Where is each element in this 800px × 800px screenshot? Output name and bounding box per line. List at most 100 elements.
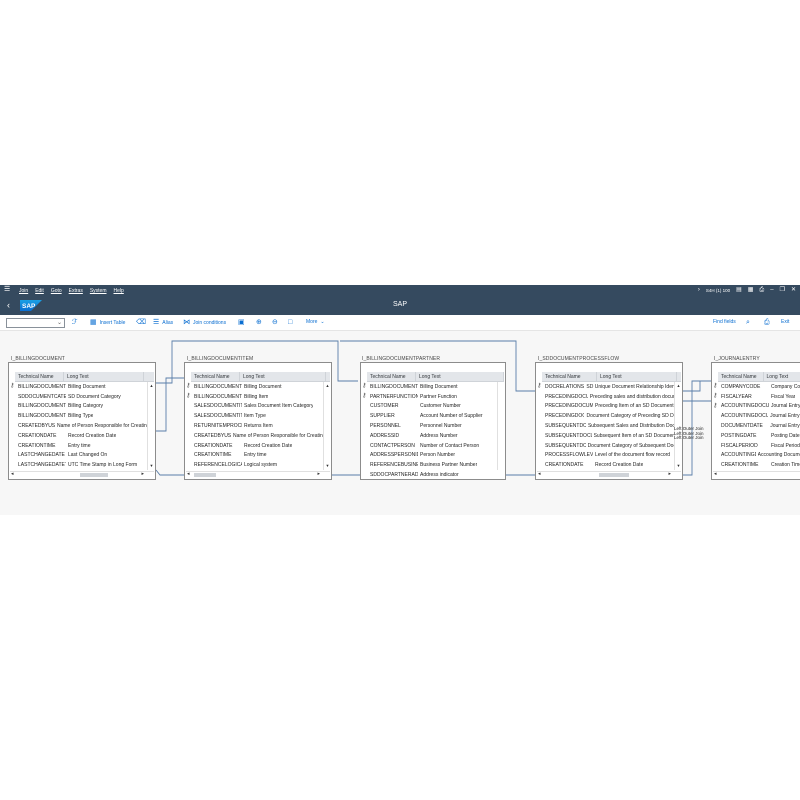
table-row[interactable]: ⚷ACCOUNTINGDOCUMENTJournal Entry bbox=[713, 402, 800, 412]
column-long-text[interactable]: Long Text bbox=[416, 372, 504, 381]
column-technical-name[interactable]: Technical Name bbox=[718, 372, 764, 381]
column-long-text[interactable]: Long Text bbox=[240, 372, 326, 381]
view-select[interactable]: ⌄ bbox=[6, 318, 65, 328]
table-row[interactable]: ⚷DOCRELATIONSHIPUUIDSD Unique Document R… bbox=[537, 382, 674, 392]
horizontal-scrollbar[interactable]: ◂ ▸ bbox=[186, 471, 330, 478]
scroll-thumb[interactable] bbox=[80, 473, 108, 477]
table-row[interactable]: CREATIONDATE Record Creation Date bbox=[537, 460, 674, 470]
table-row[interactable]: CONTACTPERSON Number of Contact Person bbox=[362, 441, 497, 451]
minimize-icon[interactable]: – bbox=[770, 287, 773, 294]
find-more-button[interactable]: ⌕ bbox=[746, 319, 750, 326]
new-window-icon[interactable]: ▤ bbox=[736, 287, 742, 294]
table-row[interactable]: SDDOCUMENTCATEGORYSD Document Category bbox=[10, 392, 147, 402]
join-conditions-button[interactable]: ⋈ Join conditions bbox=[183, 319, 226, 326]
table-row[interactable]: ACCOUNTINGDOCUMENTCREATIONDATEAccounting… bbox=[713, 451, 800, 461]
print-button[interactable]: ⎙ bbox=[764, 319, 770, 326]
scroll-up-icon[interactable]: ▲ bbox=[148, 383, 155, 388]
table-billing-document-partner[interactable]: Technical Name Long Text ⚷ BILLINGDOCUMEN… bbox=[360, 362, 506, 480]
table-row[interactable]: ⚷ BILLINGDOCUMENT Billing Document bbox=[362, 382, 497, 392]
column-technical-name[interactable]: Technical Name bbox=[367, 372, 416, 381]
table-row[interactable]: CREATEDBYUSERName of Person Responsible … bbox=[10, 421, 147, 431]
horizontal-scrollbar[interactable]: ◂ ▸ bbox=[537, 471, 681, 478]
scroll-right-icon[interactable]: ▸ bbox=[317, 471, 320, 477]
column-long-text[interactable]: Long Text bbox=[597, 372, 677, 381]
table-row[interactable]: REFERENCEBUSINESSPARTNERBusiness Partner… bbox=[362, 460, 497, 470]
vertical-scrollbar[interactable]: ▲ ▼ bbox=[147, 382, 154, 470]
menu-system[interactable]: System bbox=[90, 288, 107, 294]
column-technical-name[interactable]: Technical Name bbox=[15, 372, 64, 381]
table-row[interactable]: ⚷COMPANYCODE Company Code bbox=[713, 382, 800, 392]
menu-help[interactable]: Help bbox=[114, 288, 124, 294]
scroll-thumb[interactable] bbox=[194, 473, 216, 477]
menu-edit[interactable]: Edit bbox=[35, 288, 44, 294]
scroll-right-icon[interactable]: ▸ bbox=[668, 471, 671, 477]
more-menu[interactable]: More ⌄ bbox=[306, 319, 325, 325]
table-row[interactable]: CUSTOMER Customer Number bbox=[362, 402, 497, 412]
table-row[interactable]: SDDOCPARTNERADDRREFTYPEAddress indicator bbox=[362, 470, 497, 479]
table-row[interactable]: PROCESSFLOWLEVELLevel of the document fl… bbox=[537, 451, 674, 461]
table-billing-document[interactable]: Technical Name Long Text ⚷ BILLINGDOCUMEN… bbox=[8, 362, 156, 480]
table-row[interactable]: CREATIONTIME Creation Time bbox=[713, 460, 800, 470]
layout-button[interactable]: ▣ bbox=[238, 319, 245, 326]
column-long-text[interactable]: Long Text bbox=[764, 372, 800, 381]
table-row[interactable]: CREATEDBYUSERName of Person Responsible … bbox=[186, 431, 323, 441]
join-label[interactable]: Left Outer Join bbox=[674, 436, 704, 441]
table-row[interactable]: ACCOUNTINGDOCUMENTTYPEJournal Entry Type bbox=[713, 411, 800, 421]
table-row[interactable]: SUBSEQUENTDOCUMENTSubsequent Sales and D… bbox=[537, 421, 674, 431]
restore-icon[interactable]: ❐ bbox=[780, 287, 785, 294]
menu-join[interactable]: Join bbox=[19, 288, 28, 294]
table-row[interactable]: ⚷ PARTNERFUNCTION Partner Function bbox=[362, 392, 497, 402]
scroll-up-icon[interactable]: ▲ bbox=[324, 383, 331, 388]
vertical-scrollbar[interactable] bbox=[497, 382, 504, 470]
customize-icon[interactable]: ▦ bbox=[748, 287, 754, 294]
alias-button[interactable]: ☰ Alias bbox=[153, 319, 173, 326]
table-row[interactable]: ADDRESSPERSONID Person Number bbox=[362, 451, 497, 461]
scroll-down-icon[interactable]: ▼ bbox=[675, 463, 682, 468]
table-row[interactable]: SUBSEQUENTDOCUMENTCATEGORYDocument Categ… bbox=[537, 441, 674, 451]
column-technical-name[interactable]: Technical Name bbox=[191, 372, 240, 381]
table-row[interactable]: CREATIONDATE Record Creation Date bbox=[186, 441, 323, 451]
join-canvas[interactable]: I_BILLINGDOCUMENT Technical Name Long Te… bbox=[0, 331, 800, 515]
scroll-down-icon[interactable]: ▼ bbox=[324, 463, 331, 468]
table-row[interactable]: ⚷ BILLINGDOCUMENT Billing Document bbox=[10, 382, 147, 392]
fit-button[interactable]: □ bbox=[288, 319, 292, 326]
menu-goto[interactable]: Goto bbox=[51, 288, 62, 294]
scroll-left-icon[interactable]: ◂ bbox=[714, 471, 717, 477]
vertical-scrollbar[interactable]: ▲ ▼ bbox=[323, 382, 330, 470]
table-billing-document-item[interactable]: Technical Name Long Text ⚷ BILLINGDOCUMEN… bbox=[184, 362, 332, 480]
table-row[interactable]: SALESDOCUMENTITEMTYPEItem Type bbox=[186, 411, 323, 421]
table-row[interactable]: REFERENCELOGICALSYSTEMLogical system bbox=[186, 460, 323, 470]
column-long-text[interactable]: Long Text bbox=[64, 372, 144, 381]
table-row[interactable]: CREATIONDATE Record Creation Date bbox=[10, 431, 147, 441]
table-row[interactable]: ⚷ FISCALYEAR Fiscal Year bbox=[713, 392, 800, 402]
hamburger-icon[interactable]: ☰ bbox=[4, 286, 10, 294]
horizontal-scrollbar[interactable]: ◂ ▸ bbox=[10, 471, 154, 478]
table-row[interactable]: SUBSEQUENTDOCUMENTITEMSubsequent Item of… bbox=[537, 431, 674, 441]
table-row[interactable]: LASTCHANGEDATE Last Changed On bbox=[10, 451, 147, 461]
table-row[interactable]: SUPPLIER Account Number of Supplier bbox=[362, 411, 497, 421]
scroll-down-icon[interactable]: ▼ bbox=[148, 463, 155, 468]
close-icon[interactable]: ✕ bbox=[791, 287, 796, 294]
column-technical-name[interactable]: Technical Name bbox=[542, 372, 597, 381]
table-row[interactable]: PRECEDINGDOCUMENTCATEGORYDocument Catego… bbox=[537, 411, 674, 421]
table-row[interactable]: PERSONNEL Personnel Number bbox=[362, 421, 497, 431]
table-sd-document-process-flow[interactable]: Technical Name Long Text ⚷DOCRELATIONSHI… bbox=[535, 362, 683, 480]
table-row[interactable]: FISCALPERIOD Fiscal Period bbox=[713, 441, 800, 451]
insert-table-button[interactable]: ▦ Insert Table bbox=[90, 319, 125, 326]
scroll-left-icon[interactable]: ◂ bbox=[538, 471, 541, 477]
chevron-right-icon[interactable]: › bbox=[698, 287, 700, 294]
table-row[interactable]: ADDRESSID Address Number bbox=[362, 431, 497, 441]
menu-extras[interactable]: Extras bbox=[69, 288, 83, 294]
table-row[interactable]: POSTINGDATE Posting Date bbox=[713, 431, 800, 441]
table-row[interactable]: CREATIONTIME Entry time bbox=[186, 451, 323, 461]
table-row[interactable]: BILLINGDOCUMENTCATEGORYBilling Category bbox=[10, 402, 147, 412]
print-screen-icon[interactable]: ⎙ bbox=[759, 287, 764, 294]
table-row[interactable]: BILLINGDOCUMENTTYPEBilling Type bbox=[10, 411, 147, 421]
table-row[interactable]: CREATIONTIME Entry time bbox=[10, 441, 147, 451]
table-row[interactable]: ⚷BILLINGDOCUMENTITEMBilling Item bbox=[186, 392, 323, 402]
scroll-left-icon[interactable]: ◂ bbox=[11, 471, 14, 477]
zoom-in-button[interactable]: ⊕ bbox=[256, 319, 262, 326]
scroll-thumb[interactable] bbox=[599, 473, 629, 477]
scroll-left-icon[interactable]: ◂ bbox=[187, 471, 190, 477]
table-row[interactable]: PRECEDINGDOCUMENTITEMPreceding Item of a… bbox=[537, 402, 674, 412]
